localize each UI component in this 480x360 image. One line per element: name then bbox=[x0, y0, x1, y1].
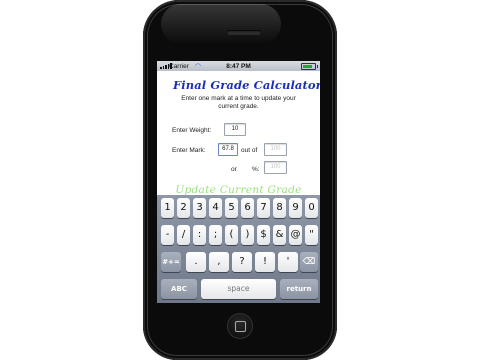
key-9[interactable]: 9 bbox=[289, 198, 302, 218]
key-8[interactable]: 8 bbox=[273, 198, 286, 218]
calculator-view: Final Grade Calculator Enter one mark at… bbox=[157, 71, 320, 197]
key-5[interactable]: 5 bbox=[225, 198, 238, 218]
key-ampersand[interactable]: & bbox=[273, 225, 286, 245]
status-bar: Carrier ◠ 8:47 PM bbox=[157, 61, 320, 71]
instruction-line-1: Enter one mark at a time to update your bbox=[181, 95, 296, 102]
mark-label: Enter Mark: bbox=[172, 147, 206, 154]
mark-input[interactable]: 67.8 bbox=[218, 143, 238, 156]
out-of-input[interactable]: 100 bbox=[264, 143, 287, 156]
key-1[interactable]: 1 bbox=[161, 198, 174, 218]
key-slash[interactable]: / bbox=[177, 225, 190, 245]
battery-icon bbox=[301, 63, 318, 70]
clock: 8:47 PM bbox=[226, 62, 251, 70]
weight-input[interactable]: 10 bbox=[224, 123, 246, 136]
instructions: Enter one mark at a time to update your … bbox=[157, 95, 320, 111]
key-dash[interactable]: - bbox=[161, 225, 174, 245]
return-key[interactable]: return bbox=[280, 279, 318, 299]
numeric-keyboard: 1 2 3 4 5 6 7 8 9 0 - / : ; ( ) $ & @ " … bbox=[157, 195, 320, 303]
backspace-icon: ⌫ bbox=[302, 257, 316, 267]
key-0[interactable]: 0 bbox=[305, 198, 318, 218]
key-at[interactable]: @ bbox=[289, 225, 302, 245]
symbols-key[interactable]: #+= bbox=[161, 252, 181, 272]
earpiece-speaker bbox=[227, 30, 261, 35]
key-3[interactable]: 3 bbox=[193, 198, 206, 218]
key-7[interactable]: 7 bbox=[257, 198, 270, 218]
key-dollar[interactable]: $ bbox=[257, 225, 270, 245]
percent-label: %: bbox=[252, 166, 260, 173]
key-2[interactable]: 2 bbox=[177, 198, 190, 218]
out-of-label: out of bbox=[241, 147, 258, 154]
home-square-icon bbox=[235, 321, 246, 332]
abc-key[interactable]: ABC bbox=[161, 279, 197, 299]
instruction-line-2: current grade. bbox=[218, 103, 259, 110]
key-period[interactable]: . bbox=[186, 252, 206, 272]
key-4[interactable]: 4 bbox=[209, 198, 222, 218]
key-close-paren[interactable]: ) bbox=[241, 225, 254, 245]
app-title: Final Grade Calculator bbox=[173, 78, 320, 92]
phone-screen: Carrier ◠ 8:47 PM Final Grade Calculator… bbox=[157, 61, 320, 303]
bezel-shine bbox=[161, 4, 281, 44]
key-exclamation[interactable]: ! bbox=[255, 252, 275, 272]
key-quote[interactable]: " bbox=[305, 225, 318, 245]
key-comma[interactable]: , bbox=[209, 252, 229, 272]
key-open-paren[interactable]: ( bbox=[225, 225, 238, 245]
percent-input[interactable]: 100 bbox=[264, 161, 287, 174]
weight-label: Enter Weight: bbox=[172, 127, 212, 134]
key-question[interactable]: ? bbox=[232, 252, 252, 272]
backspace-key[interactable]: ⌫ bbox=[300, 252, 318, 272]
key-apostrophe[interactable]: ' bbox=[278, 252, 298, 272]
or-label: or bbox=[231, 166, 237, 173]
key-colon[interactable]: : bbox=[193, 225, 206, 245]
key-semicolon[interactable]: ; bbox=[209, 225, 222, 245]
key-6[interactable]: 6 bbox=[241, 198, 254, 218]
space-key[interactable]: space bbox=[201, 279, 276, 299]
home-button[interactable] bbox=[227, 313, 253, 339]
